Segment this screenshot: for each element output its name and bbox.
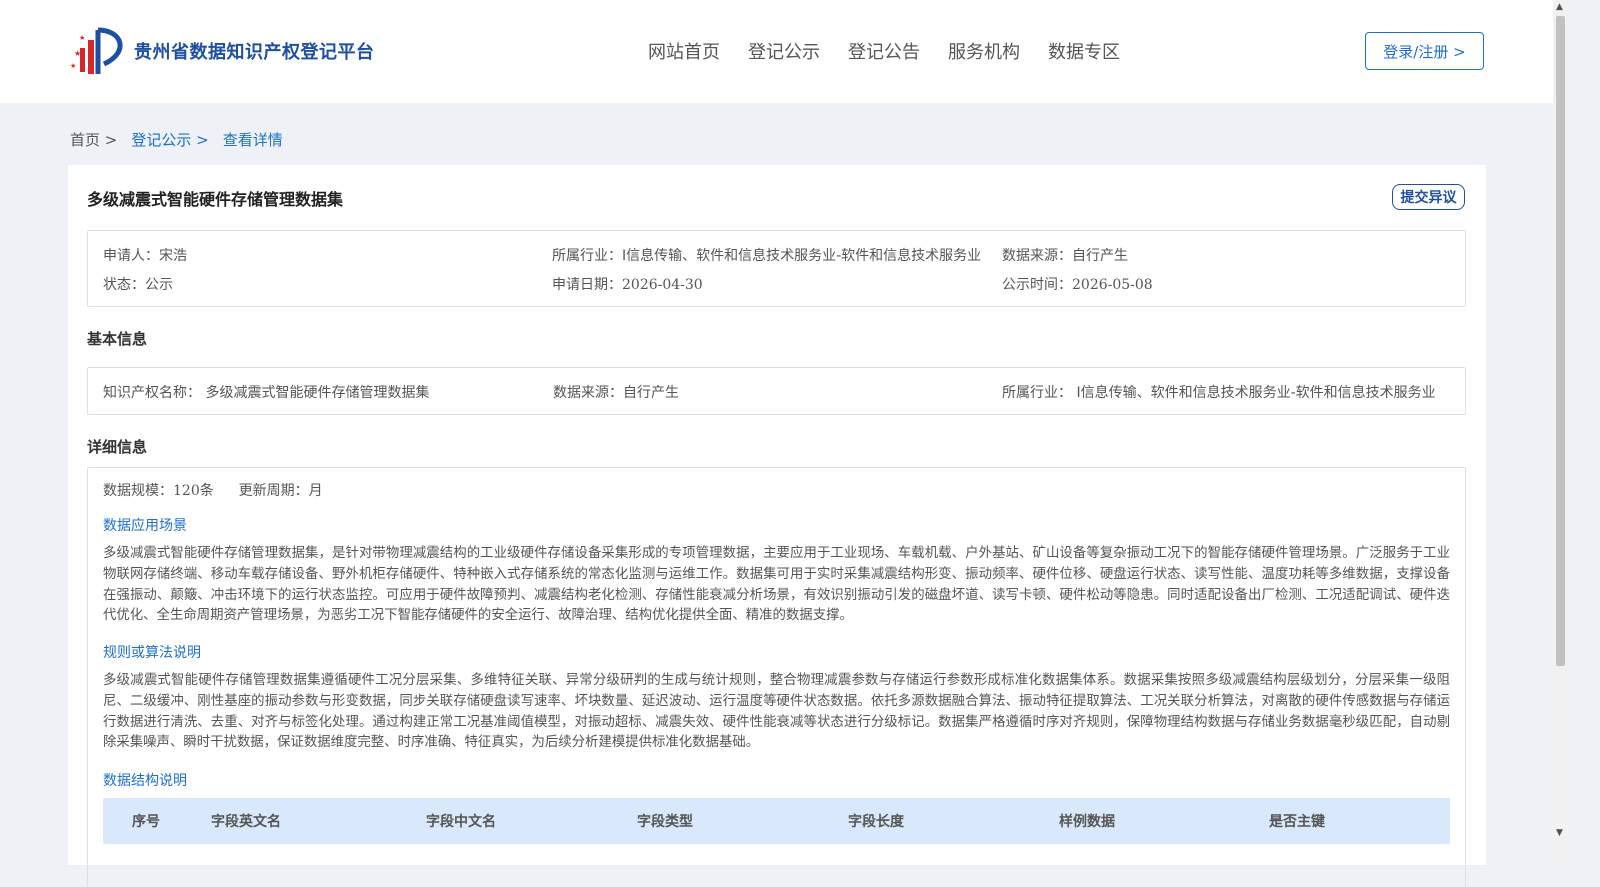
login-register-button[interactable]: 登录/注册 > — [1365, 32, 1484, 70]
breadcrumb-home[interactable]: 首页 > — [70, 129, 117, 150]
rule-heading: 规则或算法说明 — [103, 645, 201, 661]
detail-info-box: 数据规模：120条 更新周期：月 数据应用场景 多级减震式智能硬件存储管理数据集… — [87, 467, 1466, 887]
ip-name-field: 知识产权名称： 多级减震式智能硬件存储管理数据集 — [103, 382, 429, 402]
source-field: 数据来源：自行产生 — [1002, 245, 1128, 265]
apply-date-field: 申请日期：2026-04-30 — [552, 274, 703, 294]
cycle-value: 月 — [308, 483, 323, 499]
scale-cycle-row: 数据规模：120条 更新周期：月 — [103, 480, 323, 500]
breadcrumb-current: 查看详情 — [222, 131, 283, 149]
apply-date-label: 申请日期： — [552, 277, 622, 293]
basic-source-label: 数据来源： — [553, 385, 623, 401]
column-header-index: 序号 — [132, 814, 160, 830]
svg-text:★: ★ — [70, 62, 76, 70]
structure-heading: 数据结构说明 — [103, 773, 187, 789]
svg-text:★: ★ — [74, 49, 81, 58]
nav-service-agencies[interactable]: 服务机构 — [948, 38, 1020, 64]
site-header: ★ ★ ★ 贵州省数据知识产权登记平台 网站首页 登记公示 登记公告 服务机构 … — [0, 0, 1553, 103]
industry-label: 所属行业： — [552, 248, 622, 264]
applicant-value: 宋浩 — [159, 248, 187, 264]
summary-box: 申请人：宋浩 所属行业：I信息传输、软件和信息技术服务业-软件和信息技术服务业 … — [87, 230, 1466, 307]
publicity-time-label: 公示时间： — [1002, 277, 1072, 293]
dataset-title: 多级减震式智能硬件存储管理数据集 — [87, 190, 344, 209]
scale-value: 120条 — [173, 483, 214, 499]
submit-objection-button[interactable]: 提交异议 — [1392, 184, 1465, 210]
basic-industry-label: 所属行业： — [1002, 385, 1072, 401]
svg-text:★: ★ — [79, 34, 85, 42]
industry-field: 所属行业：I信息传输、软件和信息技术服务业-软件和信息技术服务业 — [552, 245, 981, 265]
nav-registration-announcement[interactable]: 登记公告 — [848, 38, 920, 64]
breadcrumb-publicity[interactable]: 登记公示 > — [131, 129, 208, 150]
structure-table-header: 序号 字段英文名 字段中文名 字段类型 字段长度 样例数据 是否主键 — [103, 798, 1450, 844]
industry-value: I信息传输、软件和信息技术服务业-软件和信息技术服务业 — [622, 248, 982, 264]
basic-source-value: 自行产生 — [623, 385, 679, 401]
basic-industry-value: I信息传输、软件和信息技术服务业-软件和信息技术服务业 — [1076, 385, 1436, 401]
column-header-sample: 样例数据 — [1059, 814, 1115, 830]
apply-date-value: 2026-04-30 — [622, 277, 703, 293]
source-label: 数据来源： — [1002, 248, 1072, 264]
applicant-label: 申请人： — [103, 248, 159, 264]
source-value: 自行产生 — [1072, 248, 1128, 264]
scroll-up-icon[interactable]: ▲ — [1556, 3, 1563, 12]
status-label: 状态： — [103, 277, 145, 293]
publicity-time-value: 2026-05-08 — [1072, 277, 1153, 293]
ip-name-label: 知识产权名称： — [103, 385, 201, 401]
logo-text: 贵州省数据知识产权登记平台 — [134, 42, 375, 63]
scale-label: 数据规模： — [103, 483, 173, 499]
column-header-english-name: 字段英文名 — [211, 814, 281, 830]
breadcrumb: 首页 > 登记公示 > 查看详情 — [70, 129, 297, 150]
scroll-thumb[interactable] — [1556, 16, 1565, 666]
publicity-time-field: 公示时间：2026-05-08 — [1002, 274, 1153, 294]
rule-text: 多级减震式智能硬件存储管理数据集遵循硬件工况分层采集、多维特征关联、异常分级研判… — [103, 673, 1450, 751]
column-header-length: 字段长度 — [848, 814, 904, 830]
nav-home[interactable]: 网站首页 — [648, 38, 720, 64]
logo-emblem-icon: ★ ★ ★ — [70, 27, 123, 74]
detail-info-title: 详细信息 — [87, 438, 148, 456]
main-nav: 网站首页 登记公示 登记公告 服务机构 数据专区 — [648, 38, 1148, 64]
basic-info-title: 基本信息 — [87, 330, 148, 348]
basic-industry-field: 所属行业： I信息传输、软件和信息技术服务业-软件和信息技术服务业 — [1002, 382, 1436, 402]
applicant-field: 申请人：宋浩 — [103, 245, 187, 265]
status-value: 公示 — [145, 277, 173, 293]
scenario-text: 多级减震式智能硬件存储管理数据集，是针对带物理减震结构的工业级硬件存储设备采集形… — [103, 546, 1450, 624]
scroll-down-icon[interactable]: ▼ — [1556, 829, 1563, 838]
column-header-primary-key: 是否主键 — [1269, 814, 1325, 830]
basic-info-box: 知识产权名称： 多级减震式智能硬件存储管理数据集 数据来源：自行产生 所属行业：… — [87, 367, 1466, 415]
column-header-type: 字段类型 — [637, 814, 693, 830]
page-scrollbar[interactable]: ▲ ▼ — [1553, 0, 1568, 861]
nav-data-zone[interactable]: 数据专区 — [1048, 38, 1120, 64]
ip-name-value: 多级减震式智能硬件存储管理数据集 — [205, 385, 430, 401]
status-field: 状态：公示 — [103, 274, 173, 294]
nav-registration-publicity[interactable]: 登记公示 — [748, 38, 820, 64]
column-header-chinese-name: 字段中文名 — [426, 814, 496, 830]
cycle-label: 更新周期： — [238, 483, 309, 499]
site-logo[interactable]: ★ ★ ★ 贵州省数据知识产权登记平台 — [70, 26, 375, 76]
detail-card: 多级减震式智能硬件存储管理数据集 提交异议 申请人：宋浩 所属行业：I信息传输、… — [68, 165, 1486, 887]
basic-source-field: 数据来源：自行产生 — [553, 382, 679, 402]
scenario-heading: 数据应用场景 — [103, 518, 187, 534]
